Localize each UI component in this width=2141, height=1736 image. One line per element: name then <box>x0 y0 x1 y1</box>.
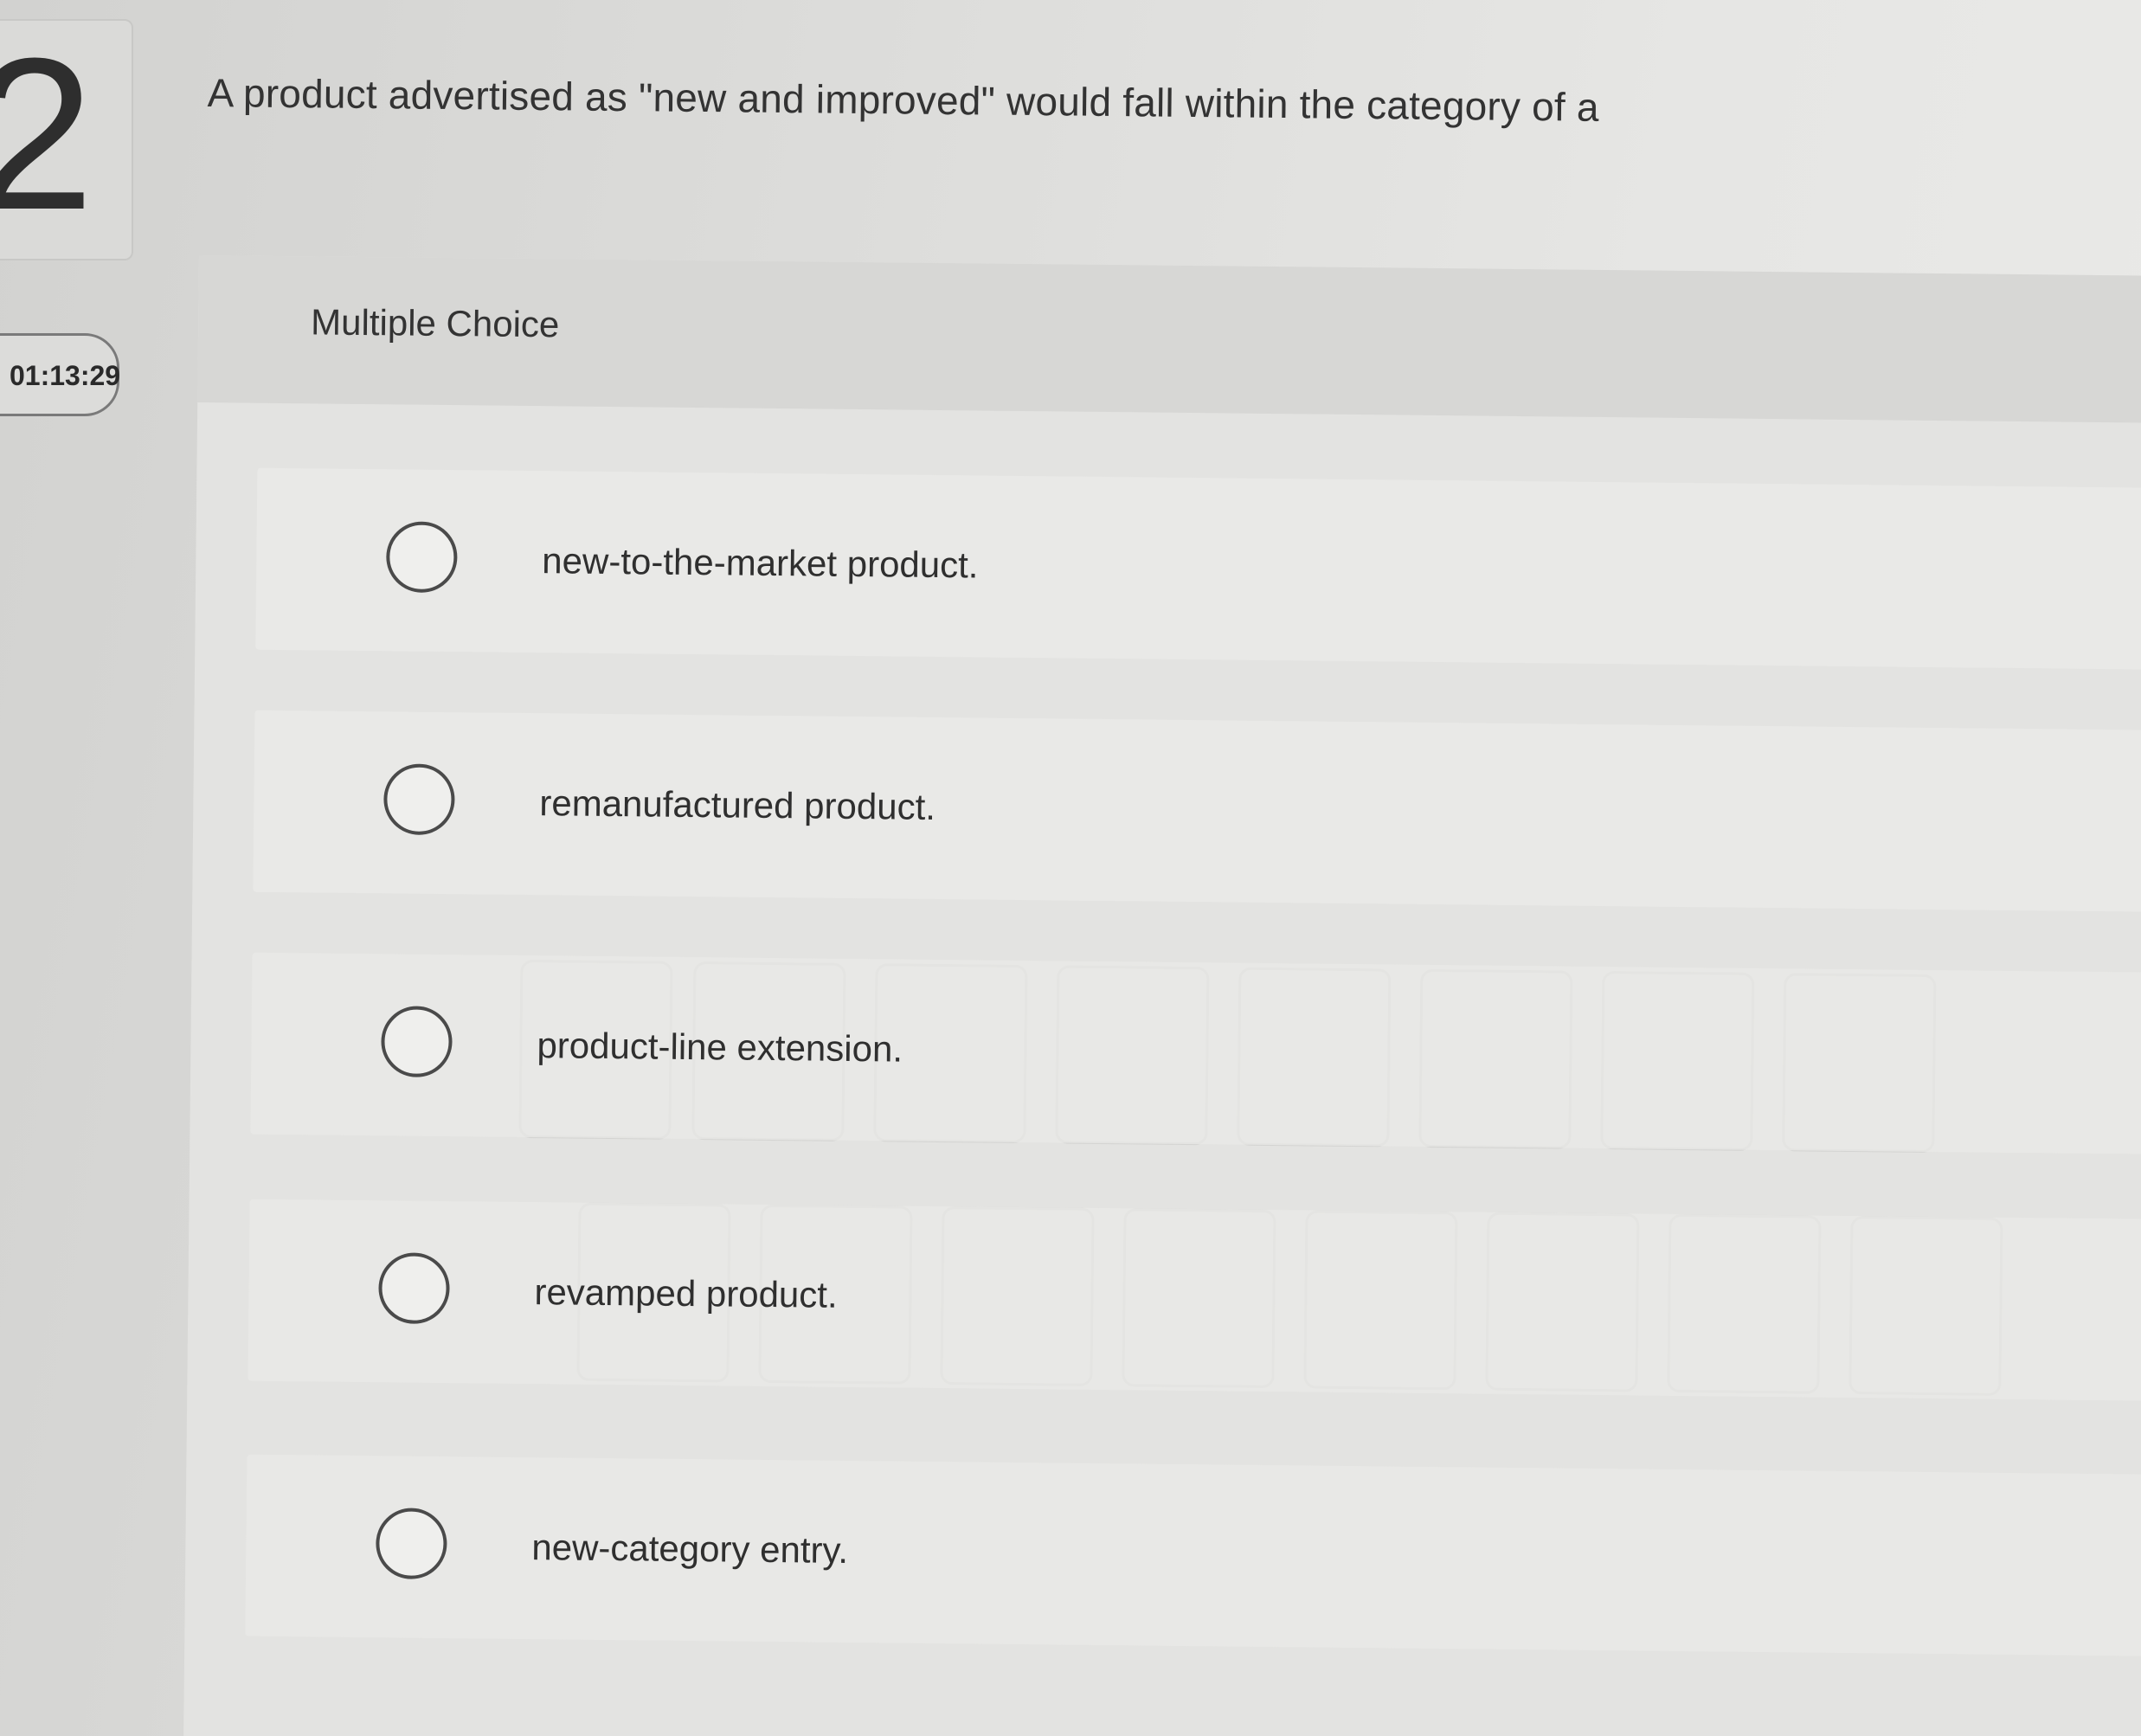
choice-label: new-to-the-market product. <box>542 540 979 586</box>
choice-option-3[interactable]: product-line extension. <box>250 952 2141 1155</box>
choice-label: new-category entry. <box>531 1527 849 1571</box>
quiz-page: 2 01:13:29 A product advertised as "new … <box>0 0 2141 1736</box>
choice-option-5[interactable]: new-category entry. <box>245 1454 2141 1656</box>
choice-label: remanufactured product. <box>539 782 936 827</box>
question-number: 2 <box>0 13 95 254</box>
question-text: A product advertised as "new and improve… <box>207 69 1599 130</box>
choice-label: revamped product. <box>534 1271 838 1315</box>
choice-option-4[interactable]: revamped product. <box>248 1199 2141 1402</box>
radio-unselected-icon[interactable] <box>381 1006 453 1078</box>
multiple-choice-panel: Multiple Choice new-to-the-market produc… <box>183 255 2141 1736</box>
multiple-choice-header: Multiple Choice <box>197 255 2141 424</box>
timer-badge: 01:13:29 <box>0 333 121 416</box>
timer-text: 01:13:29 <box>10 360 121 391</box>
radio-unselected-icon[interactable] <box>378 1252 450 1325</box>
radio-unselected-icon[interactable] <box>383 763 455 836</box>
choice-option-2[interactable]: remanufactured product. <box>253 710 2141 913</box>
choice-option-1[interactable]: new-to-the-market product. <box>255 467 2141 671</box>
radio-unselected-icon[interactable] <box>375 1508 447 1580</box>
choice-label: product-line extension. <box>537 1025 903 1070</box>
multiple-choice-label: Multiple Choice <box>310 301 560 345</box>
radio-unselected-icon[interactable] <box>385 521 458 594</box>
